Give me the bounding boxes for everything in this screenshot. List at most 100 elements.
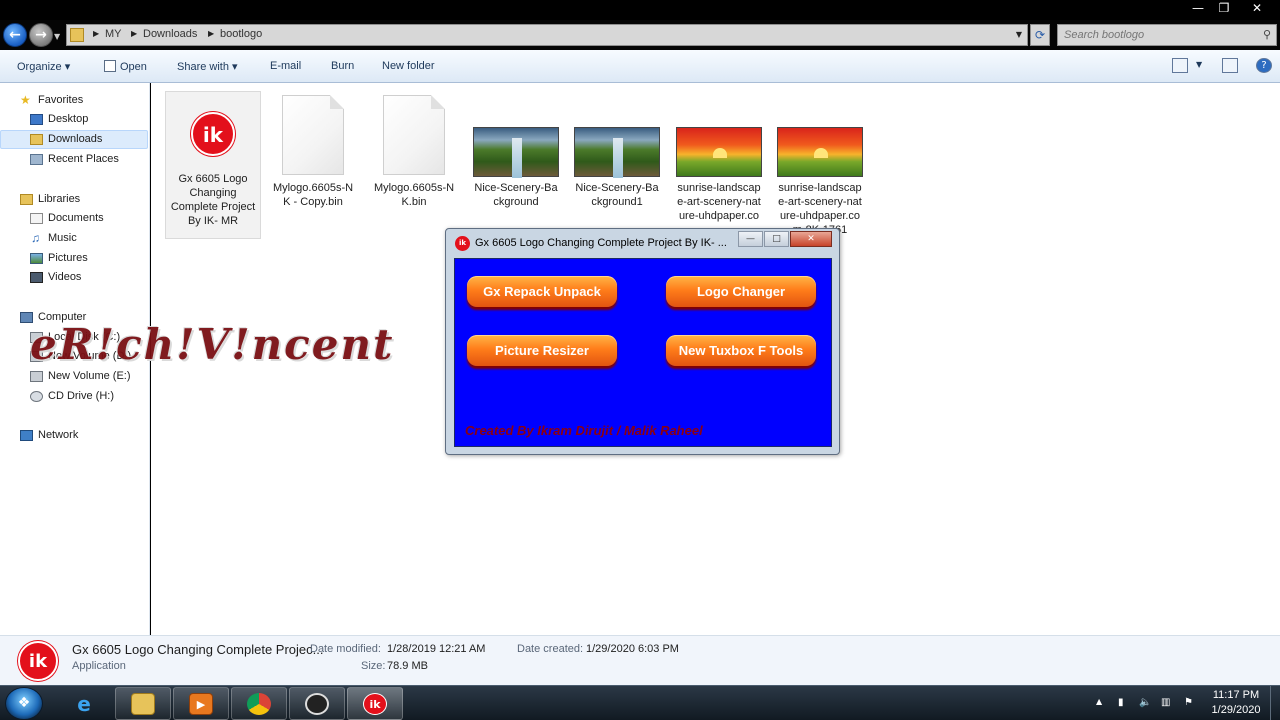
- start-button[interactable]: ❖: [5, 687, 43, 720]
- clock-time[interactable]: 11:17 PM: [1210, 689, 1262, 701]
- nav-favorites-label: Favorites: [38, 94, 84, 106]
- share-with-menu[interactable]: Share with ▾: [177, 60, 238, 73]
- forward-button[interactable]: →: [29, 23, 53, 47]
- date-modified-label: Date modified:: [310, 643, 381, 655]
- dialog-close-button[interactable]: ✕: [790, 231, 832, 247]
- taskbar-file-explorer[interactable]: [115, 687, 171, 720]
- nav-documents[interactable]: Documents: [0, 209, 148, 228]
- drive-icon: [30, 371, 43, 382]
- nav-downloads-label: Downloads: [48, 133, 103, 145]
- taskbar: ❖ e ▶ ik ▲ ▮ 🔈 ▥ ⚑ 11:17 PM 1/29/2020: [0, 685, 1280, 720]
- file-item-nice-scenery[interactable]: Nice-Scenery-Background: [468, 91, 564, 209]
- details-file-name: Gx 6605 Logo Changing Complete Projec...: [72, 642, 324, 657]
- close-button[interactable]: ✕: [1238, 0, 1276, 16]
- open-icon: [104, 60, 116, 72]
- taskbar-internet-explorer[interactable]: e: [56, 687, 112, 720]
- new-tuxbox-f-tools-button[interactable]: New Tuxbox F Tools: [666, 335, 816, 366]
- nav-pictures-label: Pictures: [48, 252, 88, 264]
- new-folder-button[interactable]: New folder: [382, 60, 435, 72]
- file-item-gx6605-project[interactable]: ik Gx 6605 Logo Changing Complete Projec…: [165, 91, 261, 239]
- file-item-mylogo[interactable]: Mylogo.6605s-NK.bin: [366, 91, 462, 209]
- downloads-folder-icon: [30, 134, 43, 145]
- watermark: eR!ch!V!ncent: [30, 320, 395, 369]
- show-desktop-button[interactable]: [1270, 686, 1280, 720]
- folder-icon: [70, 28, 84, 42]
- logo-changer-button[interactable]: Logo Changer: [666, 276, 816, 307]
- size-label: Size:: [361, 660, 386, 672]
- file-item-mylogo-copy[interactable]: Mylogo.6605s-NK - Copy.bin: [265, 91, 361, 209]
- libraries-icon: [20, 194, 33, 205]
- file-item-sunrise-176[interactable]: sunrise-landscape-art-scenery-nature-uhd…: [671, 91, 767, 223]
- breadcrumb-separator-icon[interactable]: ▶: [208, 29, 214, 38]
- nav-music[interactable]: ♫ Music: [0, 229, 148, 248]
- refresh-icon: ⟳: [1034, 28, 1046, 42]
- breadcrumb-separator-icon[interactable]: ▶: [131, 29, 137, 38]
- dialog-maximize-button[interactable]: □: [764, 231, 789, 247]
- back-button[interactable]: ←: [3, 23, 27, 47]
- help-icon[interactable]: ?: [1256, 58, 1272, 73]
- nav-desktop[interactable]: Desktop: [0, 110, 148, 129]
- open-button[interactable]: Open: [104, 60, 147, 73]
- picture-resizer-button[interactable]: Picture Resizer: [467, 335, 617, 366]
- recent-pages-dropdown-icon[interactable]: ▼: [54, 32, 60, 41]
- back-arrow-icon: ←: [9, 27, 21, 43]
- ik-app-icon: ik: [455, 236, 470, 251]
- volume-icon[interactable]: 🔈: [1139, 697, 1151, 708]
- credit-text: Created By Ikram Dirujit / Malik Raheel: [465, 423, 703, 438]
- breadcrumb-downloads[interactable]: Downloads: [143, 28, 197, 40]
- taskbar-obs[interactable]: [289, 687, 345, 720]
- taskbar-ik-app[interactable]: ik: [347, 687, 403, 720]
- email-button[interactable]: E-mail: [270, 60, 301, 72]
- breadcrumb-separator-icon[interactable]: ▶: [93, 29, 99, 38]
- action-center-icon[interactable]: ⚑: [1184, 697, 1193, 708]
- nav-cd-drive[interactable]: CD Drive (H:): [0, 387, 148, 406]
- signal-icon[interactable]: ▥: [1161, 697, 1170, 708]
- sunrise-thumbnail: [676, 127, 762, 177]
- desktop-icon: [30, 114, 43, 125]
- nav-network-label: Network: [38, 429, 79, 441]
- dialog-titlebar[interactable]: ik Gx 6605 Logo Changing Complete Projec…: [446, 229, 839, 257]
- address-bar[interactable]: ▶ MY ▶ Downloads ▶ bootlogo ▼: [66, 24, 1028, 46]
- media-player-icon: ▶: [189, 693, 213, 715]
- file-item-nice-scenery-1[interactable]: Nice-Scenery-Background1: [569, 91, 665, 209]
- preview-pane-icon[interactable]: [1222, 58, 1238, 73]
- address-dropdown-icon[interactable]: ▼: [1016, 30, 1022, 39]
- organize-menu[interactable]: Organize ▾: [17, 60, 70, 73]
- nav-network[interactable]: Network: [0, 426, 148, 445]
- command-toolbar: Organize ▾ Open Share with ▾ E-mail Burn…: [0, 50, 1280, 83]
- taskbar-chrome[interactable]: [231, 687, 287, 720]
- burn-button[interactable]: Burn: [331, 60, 354, 72]
- gx-repack-unpack-button[interactable]: Gx Repack Unpack: [467, 276, 617, 307]
- show-hidden-icons-icon[interactable]: ▲: [1096, 697, 1102, 706]
- nav-recent-places[interactable]: Recent Places: [0, 150, 148, 169]
- breadcrumb-my[interactable]: MY: [105, 28, 122, 40]
- nav-pictures[interactable]: Pictures: [0, 249, 148, 268]
- search-box[interactable]: ⚲: [1057, 24, 1277, 46]
- breadcrumb-bootlogo[interactable]: bootlogo: [220, 28, 262, 40]
- minimize-button[interactable]: —: [1186, 0, 1210, 16]
- search-input[interactable]: [1064, 28, 1254, 42]
- change-view-icon[interactable]: [1172, 58, 1188, 73]
- nav-favorites[interactable]: ★ Favorites: [0, 91, 148, 110]
- window-titlebar: — ❐ ✕: [0, 0, 1280, 20]
- details-pane: ik Gx 6605 Logo Changing Complete Projec…: [0, 635, 1280, 685]
- file-item-sunrise-1761[interactable]: sunrise-landscape-art-scenery-nature-uhd…: [772, 91, 868, 237]
- clock-date[interactable]: 1/29/2020: [1206, 704, 1266, 716]
- nav-libraries[interactable]: Libraries: [0, 190, 148, 209]
- videos-icon: [30, 272, 43, 283]
- blank-file-icon: [282, 95, 344, 175]
- nav-documents-label: Documents: [48, 212, 104, 224]
- nav-videos[interactable]: Videos: [0, 268, 148, 287]
- nav-new-volume-e[interactable]: New Volume (E:): [0, 367, 148, 386]
- maximize-button[interactable]: ❐: [1212, 0, 1236, 16]
- scenery-thumbnail: [574, 127, 660, 178]
- battery-icon[interactable]: ▮: [1118, 697, 1124, 708]
- dialog-minimize-button[interactable]: —: [738, 231, 763, 247]
- search-icon[interactable]: ⚲: [1263, 28, 1271, 41]
- view-dropdown-icon[interactable]: ▼: [1196, 60, 1212, 75]
- size-value: 78.9 MB: [387, 660, 428, 672]
- nav-downloads[interactable]: Downloads: [0, 130, 148, 149]
- refresh-button[interactable]: ⟳: [1030, 24, 1050, 46]
- scenery-thumbnail: [473, 127, 559, 178]
- taskbar-media-player[interactable]: ▶: [173, 687, 229, 720]
